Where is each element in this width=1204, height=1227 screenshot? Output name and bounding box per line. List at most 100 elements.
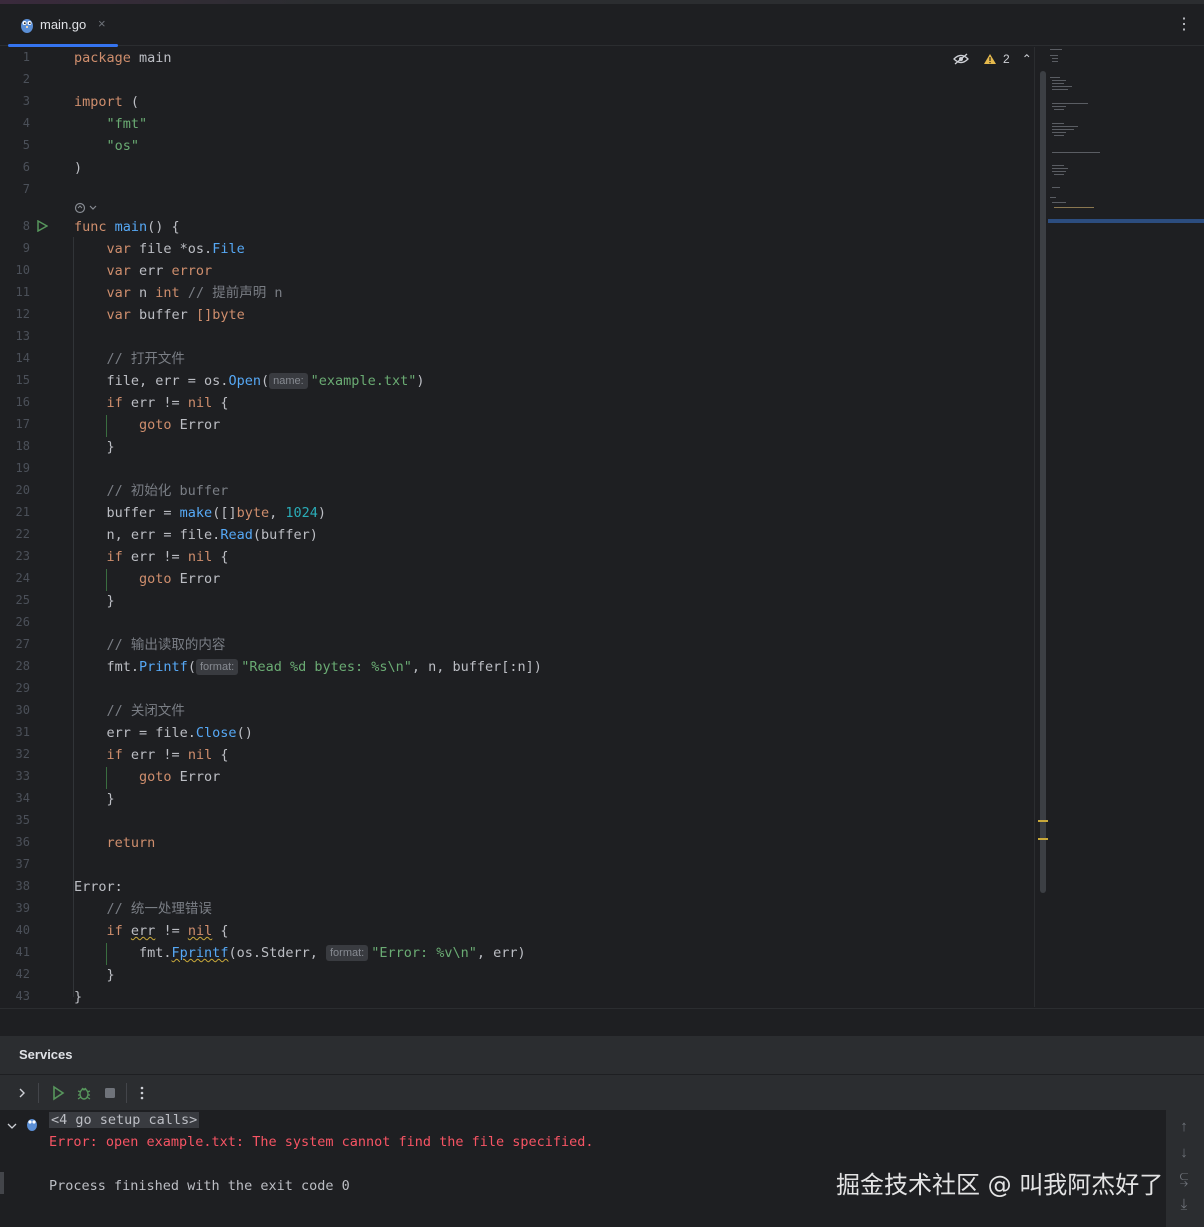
comment: // 提前声明 n bbox=[179, 285, 283, 301]
identifier: (os.Stderr, bbox=[228, 945, 326, 961]
scroll-to-end-icon[interactable]: ⤓ bbox=[1175, 1196, 1193, 1214]
builtin-call: make bbox=[179, 505, 213, 521]
tab-close-icon[interactable]: × bbox=[98, 16, 106, 31]
method-call-warning[interactable]: Fprintf bbox=[172, 945, 229, 961]
keyword: func bbox=[74, 219, 107, 235]
scrollbar-thumb[interactable] bbox=[1040, 71, 1046, 893]
run-icon[interactable] bbox=[50, 1085, 66, 1101]
code-line: fmt.Fprintf(os.Stderr, format: "Error: %v… bbox=[74, 942, 526, 964]
scroll-down-icon[interactable]: ↓ bbox=[1175, 1144, 1193, 1162]
line-number: 43 bbox=[15, 989, 30, 1003]
line-number: 22 bbox=[15, 527, 30, 541]
more-options-icon[interactable]: ⋮ bbox=[1176, 17, 1192, 33]
code-line: var file *os.File bbox=[74, 238, 245, 260]
keyword: nil bbox=[187, 395, 213, 411]
minimap-viewport[interactable] bbox=[1048, 219, 1204, 223]
punct: ( bbox=[122, 94, 140, 110]
line-number: 29 bbox=[15, 681, 30, 695]
line-number: 20 bbox=[15, 483, 30, 497]
comment: // 初始化 buffer bbox=[74, 483, 229, 499]
keyword: package bbox=[74, 50, 131, 66]
punct: { bbox=[212, 747, 229, 763]
code-line: goto Error bbox=[74, 414, 220, 436]
scroll-up-icon[interactable]: ↑ bbox=[1175, 1118, 1193, 1136]
line-number: 17 bbox=[15, 417, 30, 431]
warning-icon[interactable] bbox=[983, 53, 997, 65]
keyword: if bbox=[74, 923, 123, 939]
warning-count[interactable]: 2 bbox=[1003, 52, 1010, 66]
expand-chevron-icon[interactable] bbox=[14, 1085, 30, 1101]
code-line: // 初始化 buffer bbox=[74, 480, 229, 502]
line-number: 27 bbox=[15, 637, 30, 651]
line-number: 23 bbox=[15, 549, 30, 563]
line-number: 28 bbox=[15, 659, 30, 673]
method-call: Printf bbox=[139, 659, 188, 675]
method-call: Open bbox=[228, 373, 261, 389]
warning-marker[interactable] bbox=[1038, 838, 1048, 840]
keyword: goto bbox=[74, 417, 172, 433]
label: Error bbox=[171, 417, 221, 433]
code-area[interactable]: package main import ( "fmt" "os" ) func … bbox=[74, 47, 1034, 1007]
comment: // 输出读取的内容 bbox=[74, 637, 226, 653]
punct: { bbox=[212, 923, 229, 939]
go-run-config-icon[interactable] bbox=[26, 1117, 38, 1131]
reader-mode-icon[interactable] bbox=[953, 53, 969, 65]
punct: } bbox=[74, 439, 115, 455]
keyword-warning[interactable]: nil bbox=[188, 923, 212, 939]
identifier: , err) bbox=[476, 945, 526, 961]
comment: // 关闭文件 bbox=[74, 703, 185, 719]
code-line: "os" bbox=[74, 135, 140, 157]
line-number: 10 bbox=[15, 263, 30, 277]
parameter-hint: name: bbox=[269, 373, 308, 389]
code-line: goto Error bbox=[74, 568, 220, 590]
minimap[interactable] bbox=[1048, 47, 1204, 227]
identifier: buffer = bbox=[74, 505, 180, 521]
run-main-icon[interactable] bbox=[36, 220, 48, 232]
code-line: if err != nil { bbox=[74, 392, 229, 414]
code-line: var err error bbox=[74, 260, 213, 282]
identifier: main bbox=[130, 50, 172, 66]
parameter-hint: format: bbox=[195, 659, 239, 675]
tab-main-go[interactable]: main.go × bbox=[8, 4, 118, 47]
punct: (buffer) bbox=[252, 527, 318, 543]
line-number: 3 bbox=[22, 94, 30, 108]
line-number: 32 bbox=[15, 747, 30, 761]
debug-icon[interactable] bbox=[76, 1085, 92, 1101]
services-panel-header: Services bbox=[0, 1036, 1204, 1074]
punct: ( bbox=[187, 659, 196, 675]
type: File bbox=[212, 241, 245, 257]
punct: ) bbox=[74, 160, 83, 176]
stop-icon[interactable] bbox=[102, 1085, 118, 1101]
more-options-icon[interactable] bbox=[134, 1085, 150, 1101]
line-number: 33 bbox=[15, 769, 30, 783]
line-number: 35 bbox=[15, 813, 30, 827]
type: byte bbox=[236, 505, 270, 521]
code-editor[interactable]: 1 2 3 4 5 6 7 8 9 10 11 12 13 14 15 16 1… bbox=[0, 47, 1204, 1007]
editor-tab-bar: main.go × ⋮ bbox=[0, 4, 1204, 47]
tab-filename: main.go bbox=[40, 17, 87, 32]
line-number: 18 bbox=[15, 439, 30, 453]
identifier: err != bbox=[122, 549, 188, 565]
chevron-up-icon[interactable]: ⌃ bbox=[1022, 52, 1032, 66]
identifier-warning[interactable]: err bbox=[131, 923, 155, 939]
soft-wrap-icon[interactable]: ⥹ bbox=[1175, 1170, 1193, 1188]
method-call: Read bbox=[220, 527, 253, 543]
panel-divider[interactable] bbox=[0, 1008, 1204, 1035]
punct: ( bbox=[260, 373, 270, 389]
string: "example.txt" bbox=[310, 373, 417, 389]
line-number: 42 bbox=[15, 967, 30, 981]
code-line: if err != nil { bbox=[74, 744, 229, 766]
line-number: 24 bbox=[15, 571, 30, 585]
code-line: func main() { bbox=[74, 216, 180, 238]
punct: () { bbox=[147, 219, 180, 235]
line-number: 15 bbox=[15, 373, 30, 387]
punct: ([] bbox=[212, 505, 237, 521]
parameter-hint: format: bbox=[326, 945, 369, 961]
line-number: 36 bbox=[15, 835, 30, 849]
warning-marker[interactable] bbox=[1038, 820, 1048, 822]
collapse-chevron-icon[interactable] bbox=[6, 1120, 18, 1132]
line-number: 1 bbox=[22, 50, 30, 64]
identifier: fmt. bbox=[74, 659, 140, 675]
keyword: nil bbox=[187, 747, 213, 763]
